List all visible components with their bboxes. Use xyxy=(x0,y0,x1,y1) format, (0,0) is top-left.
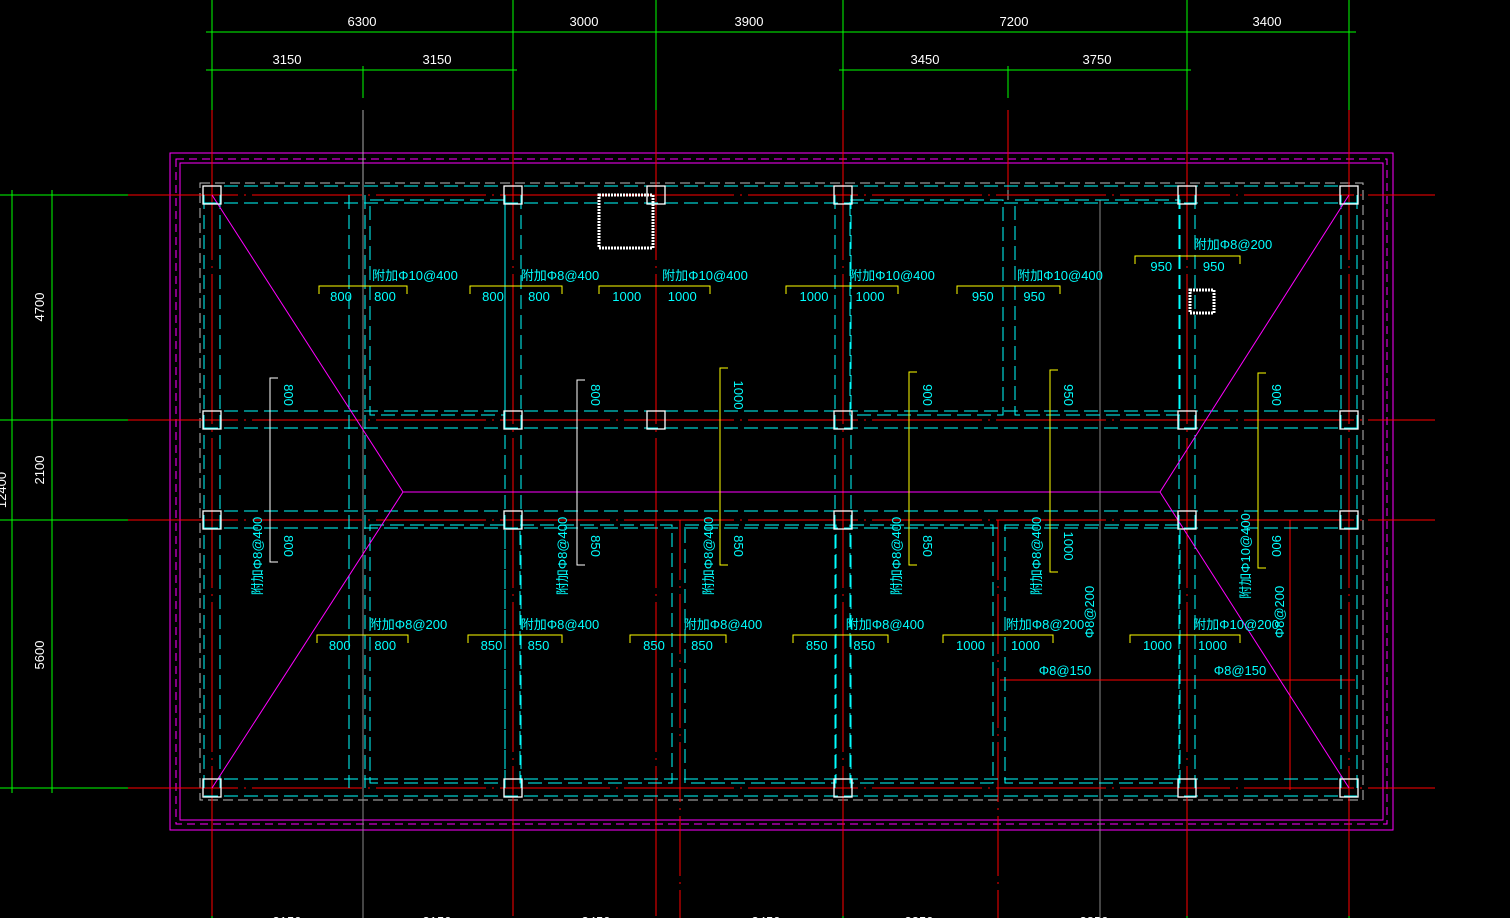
dimension-value: 3150 xyxy=(273,52,302,67)
dimension-value: 2100 xyxy=(32,456,47,485)
bracket-value: 1000 xyxy=(1061,532,1076,561)
bracket-value: 850 xyxy=(528,638,550,653)
rebar-label: Φ8@150 xyxy=(1214,663,1267,678)
bracket-value: 1000 xyxy=(731,381,746,410)
bracket-value: 1000 xyxy=(1011,638,1040,653)
rebar-label: 附加Φ8@400 xyxy=(684,617,763,632)
rebar-label: 附加Φ10@400 xyxy=(372,268,458,283)
rebar-label: Φ8@200 xyxy=(1272,586,1287,639)
bracket-value: 950 xyxy=(972,289,994,304)
dimension-value: 7200 xyxy=(1000,14,1029,29)
rebar-label: Φ8@150 xyxy=(1039,663,1092,678)
bracket-value: 1000 xyxy=(1143,638,1172,653)
rebar-label: 附加Φ8@200 xyxy=(1006,617,1085,632)
hip-line-right xyxy=(1159,194,1350,789)
bracket-value: 900 xyxy=(1269,535,1284,557)
bracket-value: 800 xyxy=(588,384,603,406)
dimension-value: 2850 xyxy=(1080,914,1109,918)
bracket-value: 800 xyxy=(528,289,550,304)
cad-drawing-canvas[interactable]: 6300 3000 3900 7200 3400 3150 3150 3450 3750 4700… xyxy=(0,0,1510,918)
bracket-value: 1000 xyxy=(956,638,985,653)
bracket-value: 850 xyxy=(920,535,935,557)
rebar-label: 附加Φ8@400 xyxy=(521,617,600,632)
bracket-value: 800 xyxy=(374,638,396,653)
dimension-bracket-vertical xyxy=(1257,372,1266,569)
bracket-value: 800 xyxy=(329,638,351,653)
opening-icon xyxy=(1188,288,1216,315)
bracket-value: 850 xyxy=(853,638,875,653)
bracket-value: 950 xyxy=(1023,289,1045,304)
dimension-lines: 6300 3000 3900 7200 3400 3150 3150 3450 3750 4700… xyxy=(0,0,1435,918)
dimension-value: 3150 xyxy=(273,914,302,918)
bracket-value: 900 xyxy=(1269,384,1284,406)
slab-panel xyxy=(1014,199,1181,416)
rebar-label: 附加Φ8@400 xyxy=(1029,517,1044,596)
bracket-value: 800 xyxy=(482,289,504,304)
dimension-value: 4700 xyxy=(32,293,47,322)
rebar-label: 附加Φ10@400 xyxy=(849,268,935,283)
rebar-label: 附加Φ8@200 xyxy=(1194,237,1273,252)
dimension-value: 3450 xyxy=(582,914,611,918)
bracket-value: 850 xyxy=(481,638,503,653)
dimension-value: 5600 xyxy=(32,641,47,670)
rebar-label: 附加Φ8@400 xyxy=(846,617,925,632)
bracket-value: 850 xyxy=(691,638,713,653)
bracket-value: 850 xyxy=(731,535,746,557)
bracket-value: 1000 xyxy=(612,289,641,304)
dimension-value: 3400 xyxy=(1253,14,1282,29)
hip-roof-lines xyxy=(211,194,1350,789)
slab-panel xyxy=(519,524,673,784)
rebar-label: 附加Φ10@400 xyxy=(662,268,748,283)
dimension-value: 6300 xyxy=(348,14,377,29)
bracket-value: 950 xyxy=(1203,259,1225,274)
bracket-value: 950 xyxy=(1061,384,1076,406)
dimension-value: 3150 xyxy=(423,52,452,67)
slab-panel xyxy=(369,524,506,784)
dimension-value: 3900 xyxy=(735,14,764,29)
dimension-value: 3750 xyxy=(1083,52,1112,67)
dimension-value: 3450 xyxy=(911,52,940,67)
slab-panel xyxy=(849,524,994,784)
rebar-label: 附加Φ8@400 xyxy=(250,517,265,596)
dimension-bracket-vertical xyxy=(719,367,728,566)
dimension-bracket-vertical xyxy=(908,371,917,566)
rebar-label: 附加Φ8@200 xyxy=(369,617,448,632)
annotations: 附加Φ10@400 附加Φ8@400 附加Φ10@400 附加Φ10@400 附加Φ10… xyxy=(250,237,1287,678)
rebar-label: 附加Φ8@400 xyxy=(889,517,904,596)
dimension-value: 3150 xyxy=(423,914,452,918)
bracket-value: 850 xyxy=(643,638,665,653)
bracket-value: 1000 xyxy=(668,289,697,304)
dimension-value: 3450 xyxy=(752,914,781,918)
rebar-label: 附加Φ10@400 xyxy=(1238,513,1253,599)
dimension-total: 12400 xyxy=(0,472,9,508)
bracket-value: 800 xyxy=(374,289,396,304)
bracket-value: 800 xyxy=(330,289,352,304)
bracket-value: 1000 xyxy=(800,289,829,304)
bracket-value: 800 xyxy=(281,384,296,406)
bracket-value: 950 xyxy=(1150,259,1172,274)
bracket-value: 900 xyxy=(920,384,935,406)
slab-panel xyxy=(849,199,1004,416)
dimension-value: 3000 xyxy=(570,14,599,29)
rebar-label: 附加Φ8@400 xyxy=(555,517,570,596)
bracket-value: 850 xyxy=(588,535,603,557)
rebar-label: Φ8@200 xyxy=(1082,586,1097,639)
dimension-bracket-vertical xyxy=(269,377,278,563)
bracket-value: 1000 xyxy=(856,289,885,304)
slab-panel xyxy=(369,199,506,416)
rebar-label: 附加Φ10@400 xyxy=(1017,268,1103,283)
dimension-value: 3350 xyxy=(905,914,934,918)
rebar-label: 附加Φ8@400 xyxy=(701,517,716,596)
bracket-value: 800 xyxy=(281,535,296,557)
bracket-value: 850 xyxy=(806,638,828,653)
dimension-bracket-vertical xyxy=(576,379,585,566)
dimension-bracket-vertical xyxy=(1049,369,1058,573)
bracket-value: 1000 xyxy=(1198,638,1227,653)
rebar-label: 附加Φ8@400 xyxy=(521,268,600,283)
hip-line-left xyxy=(211,194,404,789)
rebar-label: 附加Φ10@200 xyxy=(1193,617,1279,632)
